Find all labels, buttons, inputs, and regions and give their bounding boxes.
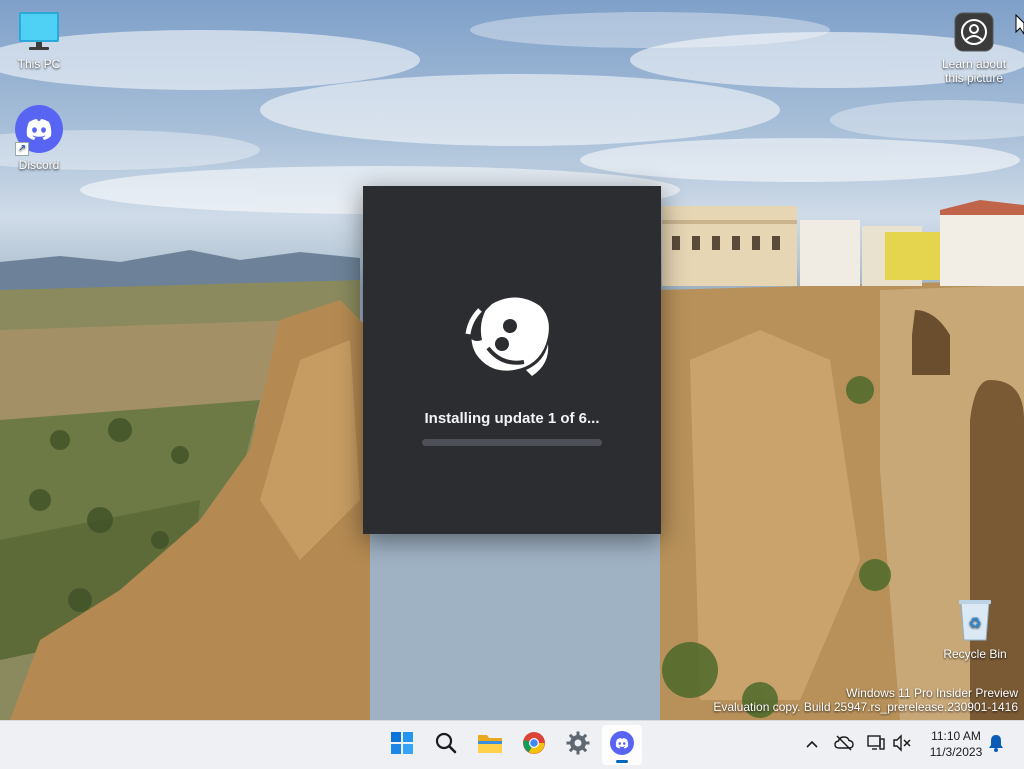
watermark-edition: Windows 11 Pro Insider Preview: [846, 686, 1018, 700]
desktop-icon-this-pc[interactable]: This PC: [1, 12, 77, 71]
learn-about-this-picture[interactable]: Learn about this picture: [936, 12, 1012, 85]
notification-bell-icon: [988, 734, 1004, 757]
network-icon: [866, 734, 886, 757]
discord-updater-window: Installing update 1 of 6...: [363, 186, 661, 534]
network-button[interactable]: [866, 734, 886, 757]
watermark-build: Evaluation copy. Build 25947.rs_prerelea…: [713, 700, 1018, 714]
search-icon: [435, 732, 457, 759]
discord-taskbar-button[interactable]: [602, 725, 642, 765]
chrome-icon: [522, 731, 546, 760]
windows-watermark: Windows 11 Pro Insider Preview Evaluatio…: [713, 686, 1018, 714]
mouse-cursor: [1015, 13, 1024, 41]
windows-start-icon: [391, 731, 413, 759]
file-explorer-button[interactable]: [470, 725, 510, 765]
onedrive-button[interactable]: [834, 734, 854, 757]
gear-icon: [566, 731, 590, 760]
desktop-icon-label: Discord: [18, 158, 60, 172]
learn-about-label-line2: this picture: [944, 71, 1004, 85]
settings-button[interactable]: [558, 725, 598, 765]
clock-button[interactable]: 11:10 AM 11/3/2023: [918, 728, 994, 760]
desktop-icon-discord[interactable]: ↗ Discord: [1, 105, 77, 172]
search-button[interactable]: [426, 725, 466, 765]
svg-text:♻: ♻: [968, 614, 981, 632]
learn-about-label-line1: Learn about: [941, 57, 1007, 71]
update-progress-bar: [422, 439, 602, 446]
desktop-icon-label: This PC: [17, 57, 61, 71]
start-button[interactable]: [382, 725, 422, 765]
show-hidden-icons-button[interactable]: [802, 735, 822, 755]
update-status-text: Installing update 1 of 6...: [424, 410, 600, 427]
chrome-button[interactable]: [514, 725, 554, 765]
chevron-up-icon: [805, 736, 819, 754]
notifications-button[interactable]: [986, 734, 1006, 757]
clock-date: 11/3/2023: [929, 745, 983, 759]
shortcut-arrow-icon: ↗: [15, 142, 29, 156]
camera-icon: [954, 12, 994, 55]
taskbar: 11:10 AM 11/3/2023: [0, 720, 1024, 769]
monitor-icon: [17, 12, 61, 55]
discord-icon: [610, 730, 634, 760]
desktop-icon-recycle-bin[interactable]: ♻ Recycle Bin: [937, 598, 1013, 661]
clock-time: 11:10 AM: [931, 729, 981, 743]
volume-muted-icon: [892, 733, 912, 757]
discord-icon: ↗: [15, 105, 63, 156]
discord-splash-logo-icon: [462, 292, 562, 387]
folder-icon: [477, 732, 503, 759]
active-app-indicator: [616, 760, 628, 763]
cloud-offline-icon: [834, 734, 854, 757]
volume-button[interactable]: [892, 733, 912, 757]
desktop-icon-label: Recycle Bin: [943, 647, 1007, 661]
recycle-bin-icon: ♻: [955, 600, 995, 645]
